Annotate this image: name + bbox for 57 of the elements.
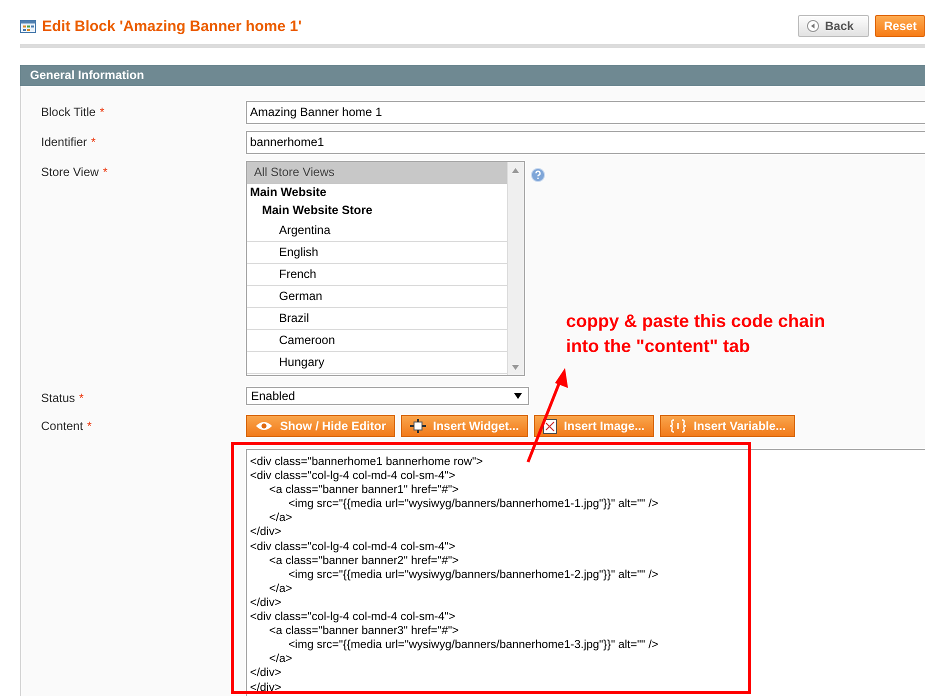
crosshair-icon [410, 419, 426, 433]
annotation-text: into the "content" tab [566, 335, 752, 358]
code-line: <a class="banner banner2" href="#"> [268, 554, 460, 568]
required-mark: * [100, 105, 104, 119]
scroll-up-icon[interactable] [512, 168, 519, 173]
field-label: Block Title [41, 105, 96, 119]
list-option[interactable]: Hungary [247, 352, 507, 374]
code-line: <div class="col-lg-4 col-md-4 col-sm-4"> [250, 610, 456, 624]
code-line: </div> [250, 680, 282, 695]
scroll-down-icon[interactable] [512, 365, 519, 370]
required-mark: * [91, 135, 96, 149]
option-group: Main Website [247, 184, 507, 202]
code-line: </div> [250, 525, 282, 540]
list-option[interactable]: Argentina [247, 220, 507, 242]
code-line: </div> [250, 666, 282, 680]
back-button[interactable]: Back [798, 15, 869, 37]
required-mark: * [102, 165, 108, 179]
code-line: </a> [268, 582, 294, 596]
content-editor[interactable] [246, 449, 925, 696]
code-line: </a> [268, 652, 294, 666]
status-select[interactable]: Enabled [246, 387, 529, 405]
field-label: Status [41, 391, 76, 405]
store-view-list[interactable]: All Store Views Main Website Main Website Store Argentina English French German Brazil Cameroon Hungary [246, 161, 525, 376]
code-line: <div class="col-lg-4 col-md-4 col-sm-4"> [250, 540, 456, 554]
required-mark: * [79, 391, 84, 405]
list-option[interactable]: English [247, 242, 507, 264]
list-option[interactable]: German [247, 286, 507, 308]
grid-icon [20, 20, 36, 32]
code-line: <img src="{{media url="wysiwyg/banners/bannerhome1-2.jpg"}}" alt="" /> [287, 568, 660, 582]
list-option[interactable]: Cameroon [247, 330, 507, 352]
code-line: <a class="banner banner3" href="#"> [268, 624, 460, 638]
text-field[interactable]: bannerhome1 [246, 131, 925, 154]
code-line: </div> [250, 596, 282, 610]
field-label: Content [41, 419, 84, 433]
required-mark: * [87, 419, 92, 433]
image-icon [542, 418, 557, 434]
code-line: <img src="{{media url="wysiwyg/banners/bannerhome1-3.jpg"}}" alt="" /> [287, 638, 660, 652]
section-header: General Information [20, 65, 925, 86]
eye-icon [255, 421, 273, 431]
code-line: <a class="banner banner1" href="#"> [268, 483, 460, 498]
list-option[interactable]: French [247, 264, 507, 286]
option-group: Main Website Store [247, 202, 507, 220]
code-line: <img src="{{media url="wysiwyg/banners/bannerhome1-1.jpg"}}" alt="" /> [287, 497, 660, 512]
dropdown-caret-icon [514, 393, 522, 399]
code-line: <div class="bannerhome1 bannerhome row"> [250, 455, 484, 470]
scrollbar[interactable] [507, 162, 524, 375]
text-field[interactable]: Amazing Banner home 1 [246, 101, 925, 124]
annotation-text: coppy & paste this code chain [566, 310, 826, 333]
code-line: </a> [268, 511, 294, 526]
page-title: Edit Block 'Amazing Banner home 1' [42, 18, 302, 34]
field-label: Store View [41, 165, 99, 179]
code-line: <div class="col-lg-4 col-md-4 col-sm-4"> [250, 469, 456, 484]
list-option[interactable]: Brazil [247, 308, 507, 330]
help-icon[interactable] [531, 168, 545, 182]
braces-icon [668, 419, 687, 433]
field-label: Identifier [41, 135, 88, 149]
list-option[interactable]: All Store Views [247, 162, 507, 184]
